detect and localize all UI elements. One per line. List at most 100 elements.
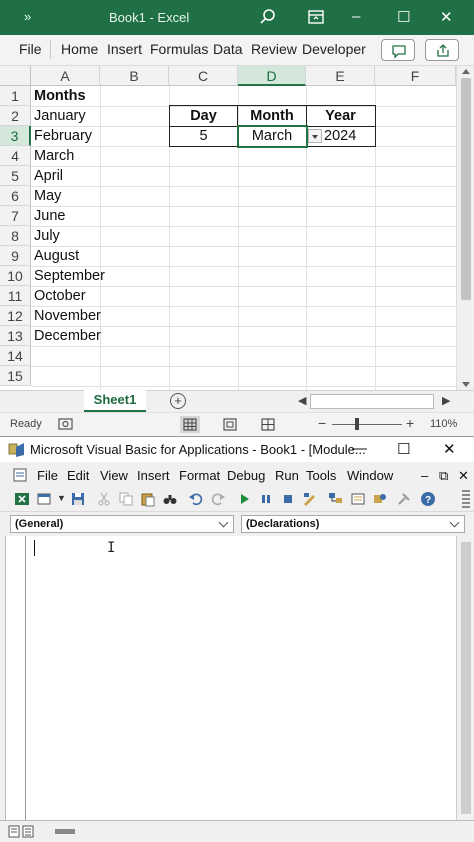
normal-view-icon[interactable] — [180, 416, 200, 433]
quick-access-chevron-icon[interactable]: » — [24, 9, 31, 24]
zoom-level[interactable]: 110% — [430, 418, 457, 430]
tab-review[interactable]: Review — [251, 41, 297, 57]
object-combo[interactable]: (General) — [10, 515, 234, 533]
copy-icon[interactable] — [118, 491, 134, 507]
menu-run[interactable]: Run — [275, 468, 299, 483]
menu-debug[interactable]: Debug — [227, 468, 265, 483]
menu-format[interactable]: Format — [179, 468, 220, 483]
doc-restore-button[interactable]: ⧉ — [439, 468, 448, 484]
column-header-e[interactable]: E — [306, 66, 375, 86]
help-icon[interactable]: ? — [420, 491, 436, 507]
excel-close-button[interactable]: ✕ — [440, 8, 453, 26]
tab-formulas[interactable]: Formulas — [150, 41, 208, 57]
cell-a2[interactable]: January — [34, 106, 86, 126]
insert-dropdown-icon[interactable]: ▼ — [57, 493, 66, 503]
add-sheet-icon[interactable]: + — [170, 393, 186, 409]
tab-home[interactable]: Home — [61, 41, 98, 57]
run-icon[interactable] — [236, 491, 252, 507]
code-vertical-scrollbar[interactable] — [456, 536, 474, 820]
cell-c2[interactable]: Day — [169, 106, 238, 126]
ribbon-display-icon[interactable] — [306, 7, 326, 27]
row-header-3[interactable]: 3 — [0, 126, 31, 146]
column-header-c[interactable]: C — [169, 66, 238, 86]
worksheet-grid[interactable]: A B C D E F 1 2 3 4 5 6 7 8 9 10 11 12 1… — [0, 66, 474, 390]
cell-a7[interactable]: June — [34, 206, 65, 226]
cell-d2[interactable]: Month — [238, 106, 306, 126]
column-header-b[interactable]: B — [100, 66, 169, 86]
vba-minimize-button[interactable]: — — [352, 440, 367, 457]
tab-developer[interactable]: Developer — [302, 41, 366, 57]
row-header-7[interactable]: 7 — [0, 206, 31, 226]
vba-module-icon[interactable] — [12, 467, 30, 483]
redo-icon[interactable] — [210, 491, 226, 507]
row-header-14[interactable]: 14 — [0, 346, 31, 366]
row-header-11[interactable]: 11 — [0, 286, 31, 306]
page-layout-view-icon[interactable] — [220, 416, 240, 433]
tab-file[interactable]: File — [19, 41, 42, 57]
properties-window-icon[interactable] — [350, 491, 366, 507]
row-header-4[interactable]: 4 — [0, 146, 31, 166]
scroll-thumb[interactable] — [461, 78, 471, 300]
page-break-view-icon[interactable] — [258, 416, 278, 433]
code-editor[interactable]: I — [0, 536, 474, 820]
paste-icon[interactable] — [140, 491, 156, 507]
vertical-scrollbar[interactable] — [456, 66, 474, 390]
row-header-2[interactable]: 2 — [0, 106, 31, 126]
zoom-slider[interactable] — [332, 424, 402, 425]
cell-a8[interactable]: July — [34, 226, 60, 246]
cell-a9[interactable]: August — [34, 246, 79, 266]
cell-a11[interactable]: October — [34, 286, 86, 306]
cell-a4[interactable]: March — [34, 146, 74, 166]
row-header-12[interactable]: 12 — [0, 306, 31, 326]
excel-maximize-button[interactable]: ☐ — [397, 8, 410, 26]
cell-e3[interactable]: 2024 — [324, 126, 356, 146]
row-header-6[interactable]: 6 — [0, 186, 31, 206]
zoom-slider-knob[interactable] — [355, 418, 359, 430]
menu-insert[interactable]: Insert — [137, 468, 170, 483]
insert-module-icon[interactable] — [36, 491, 52, 507]
cell-a12[interactable]: November — [34, 306, 101, 326]
select-all-corner[interactable] — [0, 66, 31, 86]
vba-close-button[interactable]: ✕ — [443, 440, 456, 458]
scroll-right-icon[interactable]: ▶ — [442, 394, 450, 407]
undo-icon[interactable] — [188, 491, 204, 507]
horizontal-scrollbar[interactable] — [310, 394, 434, 409]
find-icon[interactable] — [162, 491, 178, 507]
menu-file[interactable]: File — [37, 468, 58, 483]
share-button[interactable] — [425, 39, 459, 61]
tab-insert[interactable]: Insert — [107, 41, 142, 57]
code-margin-indicator-bar[interactable] — [6, 536, 26, 820]
cell-a10[interactable]: September — [34, 266, 105, 286]
cell-a6[interactable]: May — [34, 186, 61, 206]
design-mode-icon[interactable] — [302, 491, 318, 507]
menu-window[interactable]: Window — [347, 468, 393, 483]
menu-edit[interactable]: Edit — [67, 468, 89, 483]
toolbox-icon[interactable] — [396, 491, 412, 507]
column-header-d[interactable]: D — [238, 66, 306, 86]
excel-minimize-button[interactable]: – — [352, 8, 360, 25]
row-header-9[interactable]: 9 — [0, 246, 31, 266]
accessibility-icon[interactable] — [56, 416, 76, 433]
menu-tools[interactable]: Tools — [306, 468, 336, 483]
row-header-13[interactable]: 13 — [0, 326, 31, 346]
toolbar-overflow-handle[interactable] — [462, 490, 470, 510]
cut-icon[interactable] — [96, 491, 112, 507]
row-header-5[interactable]: 5 — [0, 166, 31, 186]
scroll-down-icon[interactable] — [462, 382, 470, 387]
scroll-left-icon[interactable]: ◀ — [298, 394, 306, 407]
tab-data[interactable]: Data — [213, 41, 243, 57]
code-scroll-thumb[interactable] — [461, 542, 471, 814]
doc-close-button[interactable]: ✕ — [458, 468, 469, 484]
sheet-tab-sheet1[interactable]: Sheet1 — [84, 390, 146, 412]
column-header-a[interactable]: A — [31, 66, 100, 86]
row-header-15[interactable]: 15 — [0, 366, 31, 386]
cell-a3[interactable]: February — [34, 126, 92, 146]
cell-a1[interactable]: Months — [34, 86, 86, 106]
project-explorer-icon[interactable] — [328, 491, 344, 507]
doc-minimize-button[interactable]: – — [421, 468, 428, 483]
code-horizontal-scroll-thumb[interactable] — [55, 829, 75, 834]
procedure-combo[interactable]: (Declarations) — [241, 515, 465, 533]
break-icon[interactable] — [258, 491, 274, 507]
row-header-8[interactable]: 8 — [0, 226, 31, 246]
scroll-up-icon[interactable] — [462, 69, 470, 74]
